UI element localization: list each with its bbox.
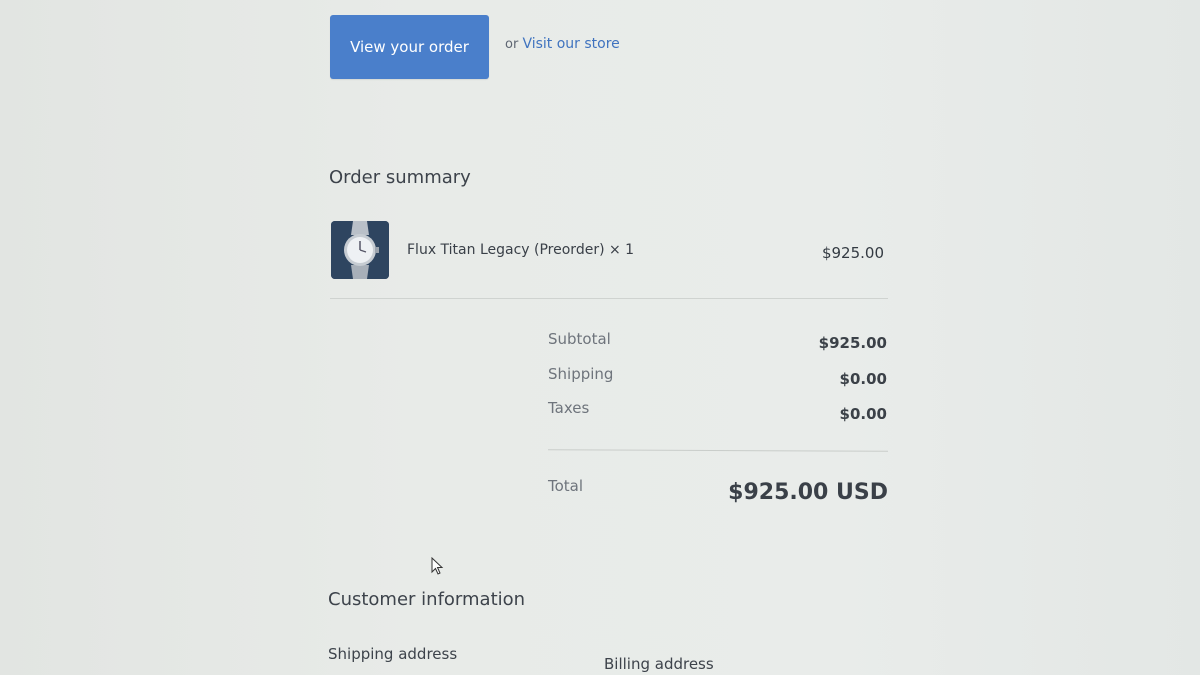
items-divider: [330, 298, 888, 299]
order-summary-heading: Order summary: [329, 167, 471, 188]
watch-icon: [331, 221, 389, 279]
view-order-button[interactable]: View your order: [330, 15, 489, 79]
totals-divider: [547, 449, 889, 452]
product-thumbnail: [331, 221, 389, 279]
shipping-address-label: Shipping address: [328, 645, 458, 663]
shipping-value: $0.00: [839, 370, 887, 388]
line-item-price: $925.00: [821, 244, 884, 262]
total-value: $925.00 USD: [728, 480, 888, 505]
or-text: or: [505, 37, 519, 52]
billing-address-label: Billing address: [604, 655, 714, 673]
taxes-value: $0.00: [839, 405, 887, 423]
mouse-cursor-icon: [431, 557, 444, 575]
subtotal-label: Subtotal: [548, 330, 611, 348]
store-link-wrapper: or Visit our store: [505, 36, 620, 52]
visit-store-link[interactable]: Visit our store: [522, 36, 619, 52]
subtotal-value: $925.00: [818, 334, 887, 352]
line-item-name: Flux Titan Legacy (Preorder) × 1: [407, 242, 635, 258]
taxes-label: Taxes: [548, 399, 590, 417]
customer-information-heading: Customer information: [328, 589, 526, 610]
total-label: Total: [548, 477, 584, 495]
shipping-label: Shipping: [548, 365, 614, 383]
